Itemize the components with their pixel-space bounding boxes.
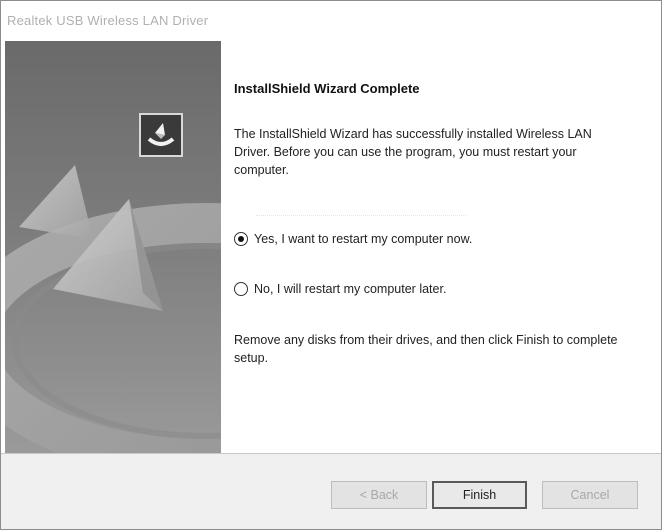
page-title: InstallShield Wizard Complete xyxy=(234,81,420,96)
window-title: Realtek USB Wireless LAN Driver xyxy=(7,13,209,28)
restart-later-radio[interactable] xyxy=(234,282,248,296)
restart-now-option[interactable]: Yes, I want to restart my computer now. xyxy=(234,232,472,246)
button-bar: < Back Finish Cancel xyxy=(1,454,661,529)
finish-button[interactable]: Finish xyxy=(432,481,527,509)
restart-later-option[interactable]: No, I will restart my computer later. xyxy=(234,282,446,296)
finish-instruction: Remove any disks from their drives, and … xyxy=(234,333,618,365)
wizard-side-panel xyxy=(5,41,221,453)
wizard-content: InstallShield Wizard Complete The Instal… xyxy=(234,41,644,451)
title-bar: Realtek USB Wireless LAN Driver xyxy=(1,1,661,41)
installshield-wizard-art xyxy=(5,165,221,453)
completion-message: The InstallShield Wizard has successfull… xyxy=(234,127,592,177)
installer-window: Realtek USB Wireless LAN Driver InstallS… xyxy=(0,0,662,530)
cancel-button[interactable]: Cancel xyxy=(542,481,638,509)
restart-later-label[interactable]: No, I will restart my computer later. xyxy=(254,282,446,296)
restart-now-label[interactable]: Yes, I want to restart my computer now. xyxy=(254,232,472,246)
back-button[interactable]: < Back xyxy=(331,481,427,509)
restart-now-radio[interactable] xyxy=(234,232,248,246)
installshield-logo-icon xyxy=(139,113,183,157)
divider-faint xyxy=(256,215,466,217)
